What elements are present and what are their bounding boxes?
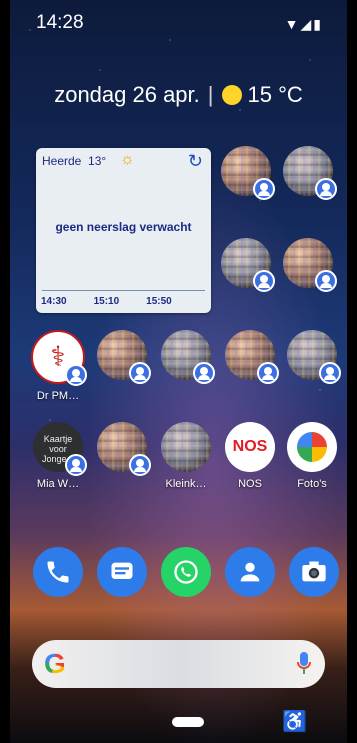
weather-widget[interactable]: Heerde 13° ☼ ↻ geen neerslag verwacht 14… — [36, 148, 211, 313]
app-label: Mia W… — [36, 478, 80, 490]
contact-badge-icon — [129, 454, 151, 476]
medical-icon: ⚕ — [31, 330, 87, 386]
group-avatar — [161, 422, 211, 472]
contact-badge-icon — [193, 362, 215, 384]
contact-badge-icon — [65, 454, 87, 476]
photos-icon — [287, 422, 337, 472]
contact-badge-icon — [315, 270, 337, 292]
precipitation-message: geen neerslag verwacht — [55, 220, 192, 234]
contact-avatar — [221, 146, 275, 200]
navigation-bar: ♿ — [10, 700, 347, 743]
weather-location: Heerde 13° — [42, 154, 107, 168]
camera-button[interactable] — [289, 547, 339, 597]
forecast-time: 14:30 — [41, 296, 67, 307]
wifi-icon: ▼ — [284, 16, 301, 32]
camera-icon — [302, 561, 326, 582]
contact-avatar — [225, 330, 279, 384]
contact-badge-icon — [315, 178, 337, 200]
home-screen: 14:28 ▼◢▮ zondag 26 apr. | 15 °C Heerde 13… — [10, 0, 347, 743]
app-nos[interactable]: NOS NOS — [220, 422, 280, 490]
at-a-glance-widget[interactable]: zondag 26 apr. | 15 °C — [10, 82, 347, 108]
phone-icon — [47, 561, 69, 583]
contact-badge-icon — [253, 178, 275, 200]
contact-avatar — [97, 330, 151, 384]
contact-avatar — [221, 238, 275, 292]
app-dr-pm[interactable]: ⚕ Dr PM… — [28, 330, 88, 402]
messages-icon — [111, 562, 133, 579]
contact-badge-icon — [129, 362, 151, 384]
app-contact[interactable] — [92, 330, 152, 386]
divider: | — [207, 82, 214, 107]
nos-icon: NOS — [225, 422, 275, 472]
app-label: Dr PM… — [36, 390, 80, 402]
refresh-icon[interactable]: ↻ — [188, 151, 203, 172]
app-contact[interactable] — [220, 330, 280, 386]
app-contact[interactable] — [92, 422, 152, 478]
app-mia[interactable]: Kaartje voor Jonge... Mia W… — [28, 422, 88, 490]
app-photos[interactable]: Foto's — [282, 422, 342, 490]
contact-badge-icon — [253, 270, 275, 292]
microphone-icon[interactable] — [297, 652, 311, 676]
app-label: NOS — [238, 478, 262, 490]
contacts-icon — [240, 562, 260, 582]
app-contact[interactable] — [216, 238, 276, 294]
contact-avatar — [161, 330, 215, 384]
status-icons: ▼◢▮ — [285, 16, 323, 33]
app-contact[interactable] — [156, 330, 216, 386]
forecast-times: 14:30 15:10 15:50 — [41, 296, 206, 307]
battery-icon: ▮ — [313, 16, 323, 32]
forecast-time: 15:50 — [146, 296, 172, 307]
app-kleinkinderen[interactable]: Kleink… — [156, 422, 216, 490]
app-label: Foto's — [297, 478, 327, 490]
sun-icon: ☼ — [120, 151, 135, 168]
forecast-time: 15:10 — [93, 296, 120, 307]
signal-icon: ◢ — [300, 16, 314, 32]
contact-avatar — [283, 146, 337, 200]
app-contact[interactable] — [278, 146, 338, 202]
contact-avatar — [283, 238, 337, 292]
temperature-text: 15 °C — [247, 82, 303, 107]
app-label: Kleink… — [165, 478, 207, 490]
chalkboard-avatar: Kaartje voor Jonge... — [33, 422, 87, 476]
app-contact[interactable] — [278, 238, 338, 294]
google-search-bar[interactable]: G — [32, 640, 325, 688]
phone-button[interactable] — [33, 547, 83, 597]
google-logo-icon: G — [44, 648, 66, 679]
date-text: zondag 26 apr. — [54, 82, 200, 107]
messages-button[interactable] — [97, 547, 147, 597]
accessibility-icon[interactable]: ♿ — [282, 709, 307, 734]
status-bar: 14:28 ▼◢▮ — [10, 12, 347, 36]
contact-badge-icon — [65, 364, 87, 386]
contacts-button[interactable] — [225, 547, 275, 597]
contact-avatar — [287, 330, 341, 384]
app-contact[interactable] — [282, 330, 342, 386]
status-time: 14:28 — [36, 12, 84, 33]
whatsapp-icon — [174, 560, 198, 584]
rain-graph-line — [42, 290, 205, 291]
home-button[interactable] — [172, 717, 204, 727]
sun-icon — [221, 85, 242, 105]
contact-badge-icon — [257, 362, 279, 384]
contact-badge-icon — [319, 362, 341, 384]
contact-avatar — [97, 422, 151, 476]
app-contact[interactable] — [216, 146, 276, 202]
whatsapp-button[interactable] — [161, 547, 211, 597]
